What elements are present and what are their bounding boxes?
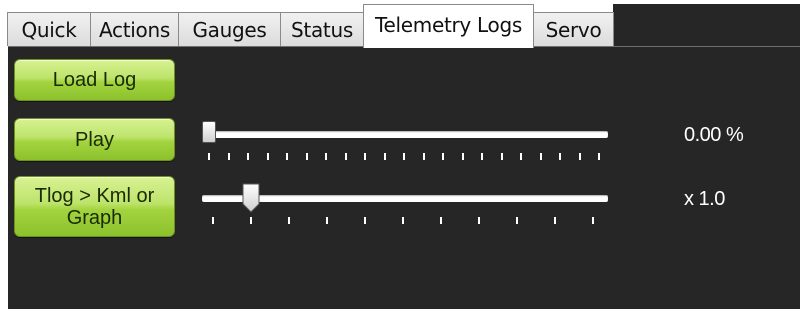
speed-slider-tick [516, 217, 518, 224]
playback-slider-tick [500, 153, 503, 160]
tlog-to-kml-button-label: Tlog > Kml or Graph [34, 184, 155, 229]
speed-slider-tick [250, 217, 252, 224]
playback-slider-tick [305, 153, 308, 160]
playback-slider-tick [266, 153, 269, 160]
play-button[interactable]: Play [14, 118, 175, 161]
speed-slider-tick [364, 217, 366, 224]
playback-slider-track [202, 131, 608, 138]
tlog-to-kml-button[interactable]: Tlog > Kml or Graph [14, 176, 175, 237]
playback-position-slider[interactable] [202, 117, 608, 177]
speed-slider-tick [326, 217, 328, 224]
playback-slider-tick [481, 153, 483, 160]
load-log-button-label: Load Log [52, 69, 137, 91]
playback-speed-readout: x 1.0 [684, 188, 725, 210]
tab-actions[interactable]: Actions [90, 12, 179, 46]
playback-slider-thumb[interactable] [202, 121, 216, 143]
playback-slider-tick [227, 153, 230, 160]
panel-left-edge [0, 46, 8, 309]
tab-strip: Quick Actions Gauges Status Telemetry Lo… [0, 0, 800, 48]
playback-slider-tick [559, 153, 561, 160]
playback-slider-tick [364, 153, 366, 160]
tab-servo[interactable]: Servo [533, 12, 614, 46]
speed-slider-tick [554, 217, 556, 224]
playback-slider-tick [344, 153, 347, 160]
tab-status[interactable]: Status [280, 12, 364, 46]
speed-thumb-shape [242, 183, 260, 213]
playback-slider-tick [383, 153, 386, 160]
playback-slider-tick [403, 153, 405, 160]
playback-speed-slider[interactable] [202, 181, 608, 241]
playback-slider-ticks [202, 153, 608, 161]
playback-slider-tick [520, 153, 522, 160]
playback-slider-tick [325, 153, 327, 160]
playback-slider-tick [442, 153, 444, 160]
telemetry-logs-window: Quick Actions Gauges Status Telemetry Lo… [0, 0, 800, 309]
playback-position-readout: 0.00 % [684, 124, 744, 146]
tab-gauges[interactable]: Gauges [178, 12, 281, 46]
playback-slider-tick [422, 153, 425, 160]
speed-slider-tick [212, 217, 214, 224]
speed-slider-tick [478, 217, 480, 224]
speed-slider-tick [402, 217, 404, 224]
playback-slider-tick [461, 153, 464, 160]
speed-slider-tick [440, 217, 442, 224]
playback-slider-tick [286, 153, 288, 160]
playback-slider-tick [578, 153, 581, 160]
playback-slider-tick [598, 153, 600, 160]
playback-slider-tick [539, 153, 542, 160]
speed-slider-thumb[interactable] [242, 183, 260, 213]
load-log-button[interactable]: Load Log [14, 59, 175, 101]
speed-slider-ticks [202, 217, 608, 225]
play-button-label: Play [75, 128, 114, 151]
speed-slider-tick [592, 217, 594, 224]
playback-slider-tick [208, 153, 210, 160]
tab-telemetry-logs[interactable]: Telemetry Logs [363, 4, 534, 48]
tab-strip-background [613, 4, 800, 47]
speed-slider-tick [288, 217, 290, 224]
playback-slider-tick [247, 153, 249, 160]
speed-slider-track [202, 195, 608, 202]
tab-quick[interactable]: Quick [7, 12, 91, 46]
